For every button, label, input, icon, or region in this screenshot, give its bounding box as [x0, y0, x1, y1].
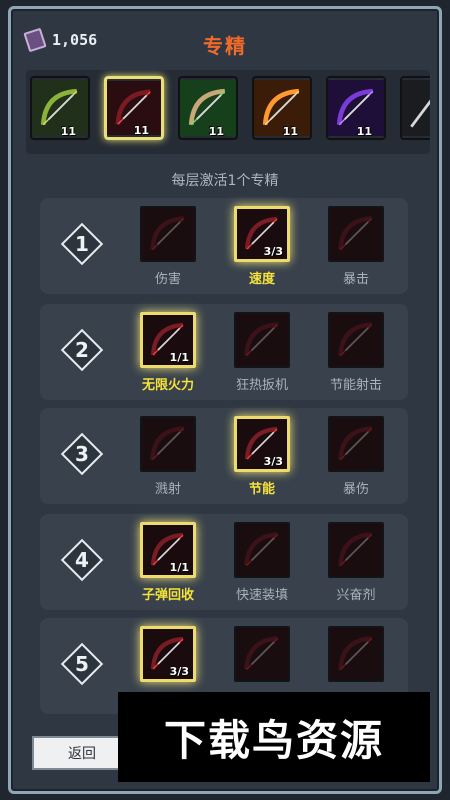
- weapon-level: 11: [133, 124, 149, 137]
- back-button[interactable]: 返回: [32, 736, 132, 770]
- specialization-option[interactable]: 溅射: [136, 416, 200, 497]
- specialization-option[interactable]: 伤害: [136, 206, 200, 287]
- skill-rank: 3/3: [169, 665, 189, 678]
- skill-name: 无限火力: [141, 378, 194, 393]
- watermark-banner: 下载鸟资源: [118, 692, 430, 782]
- weapon-level: 11: [282, 125, 298, 138]
- skill-name: 节能射击: [329, 378, 382, 393]
- tier-row: 4 1/1 子弹回收 快速装填 兴奋剂: [40, 514, 408, 610]
- bow-skill-icon: 1/1: [140, 312, 196, 368]
- tier-number-badge: 5: [60, 642, 104, 686]
- bow-skill-icon: [328, 206, 384, 262]
- specialization-option[interactable]: [230, 626, 294, 688]
- weapon-slot[interactable]: 11: [326, 76, 386, 140]
- weapon-slot-partial[interactable]: [400, 76, 430, 140]
- skill-name: 子弹回收: [141, 588, 194, 603]
- specialization-option[interactable]: [324, 626, 388, 688]
- weapon-strip: 11 11 11 11 11: [26, 70, 430, 154]
- weapon-slot[interactable]: 11: [104, 76, 164, 140]
- skill-name: 伤害: [154, 272, 181, 287]
- tier-number: 5: [75, 652, 89, 676]
- tier-number: 2: [75, 338, 89, 362]
- tier-row: 1 伤害 3/3 速度 暴击: [40, 198, 408, 294]
- skill-name: 暴击: [342, 272, 369, 287]
- skill-rank: 3/3: [263, 455, 283, 468]
- skill-rank: 3/3: [263, 245, 283, 258]
- specialization-option[interactable]: 3/3: [136, 626, 200, 688]
- tier-number-badge: 1: [60, 222, 104, 266]
- skill-name: 狂热扳机: [235, 378, 288, 393]
- bow-skill-icon: [328, 416, 384, 472]
- skill-rank: 1/1: [169, 561, 189, 574]
- skill-name: 速度: [248, 272, 275, 287]
- specialization-option[interactable]: 狂热扳机: [230, 312, 294, 393]
- weapon-slot[interactable]: 11: [178, 76, 238, 140]
- bow-skill-icon: [328, 626, 384, 682]
- weapon-level: 11: [208, 125, 224, 138]
- specialization-option[interactable]: 节能射击: [324, 312, 388, 393]
- bow-skill-icon: 1/1: [140, 522, 196, 578]
- page-title: 专精: [203, 34, 247, 58]
- specialization-option[interactable]: 暴击: [324, 206, 388, 287]
- bow-skill-icon: [234, 312, 290, 368]
- tier-number: 3: [75, 442, 89, 466]
- skill-rank: 1/1: [169, 351, 189, 364]
- tier-row: 3 溅射 3/3 节能 暴伤: [40, 408, 408, 504]
- skill-name: 节能: [248, 482, 275, 497]
- bow-skill-icon: [328, 312, 384, 368]
- tier-number-badge: 4: [60, 538, 104, 582]
- tier-number-badge: 3: [60, 432, 104, 476]
- tier-row: 2 1/1 无限火力 狂热扳机 节能射击: [40, 304, 408, 400]
- specialization-option[interactable]: 1/1 无限火力: [136, 312, 200, 393]
- specialization-option[interactable]: 暴伤: [324, 416, 388, 497]
- bow-skill-icon: 3/3: [234, 416, 290, 472]
- specialization-option[interactable]: 3/3 速度: [230, 206, 294, 287]
- bow-skill-icon: 3/3: [140, 626, 196, 682]
- skill-name: 溅射: [154, 482, 181, 497]
- skill-name: 兴奋剂: [336, 588, 376, 603]
- weapon-slot[interactable]: 11: [30, 76, 90, 140]
- tier-number: 4: [75, 548, 89, 572]
- weapon-slot[interactable]: 11: [252, 76, 312, 140]
- bow-skill-icon: [234, 626, 290, 682]
- weapon-level: 11: [356, 125, 372, 138]
- skill-name: 快速装填: [235, 588, 288, 603]
- bow-skill-icon: [140, 416, 196, 472]
- tier-number-badge: 2: [60, 328, 104, 372]
- specialization-option[interactable]: 3/3 节能: [230, 416, 294, 497]
- bow-skill-icon: 3/3: [234, 206, 290, 262]
- specialization-option[interactable]: 1/1 子弹回收: [136, 522, 200, 603]
- tier-instructions: 每层激活1个专精: [171, 173, 279, 189]
- bow-skill-icon: [140, 206, 196, 262]
- tier-number: 1: [75, 232, 89, 256]
- skill-name: 暴伤: [342, 482, 369, 497]
- bow-skill-icon: [234, 522, 290, 578]
- bow-skill-icon: [328, 522, 384, 578]
- specialization-option[interactable]: 兴奋剂: [324, 522, 388, 603]
- specialization-option[interactable]: 快速装填: [230, 522, 294, 603]
- weapon-level: 11: [60, 125, 76, 138]
